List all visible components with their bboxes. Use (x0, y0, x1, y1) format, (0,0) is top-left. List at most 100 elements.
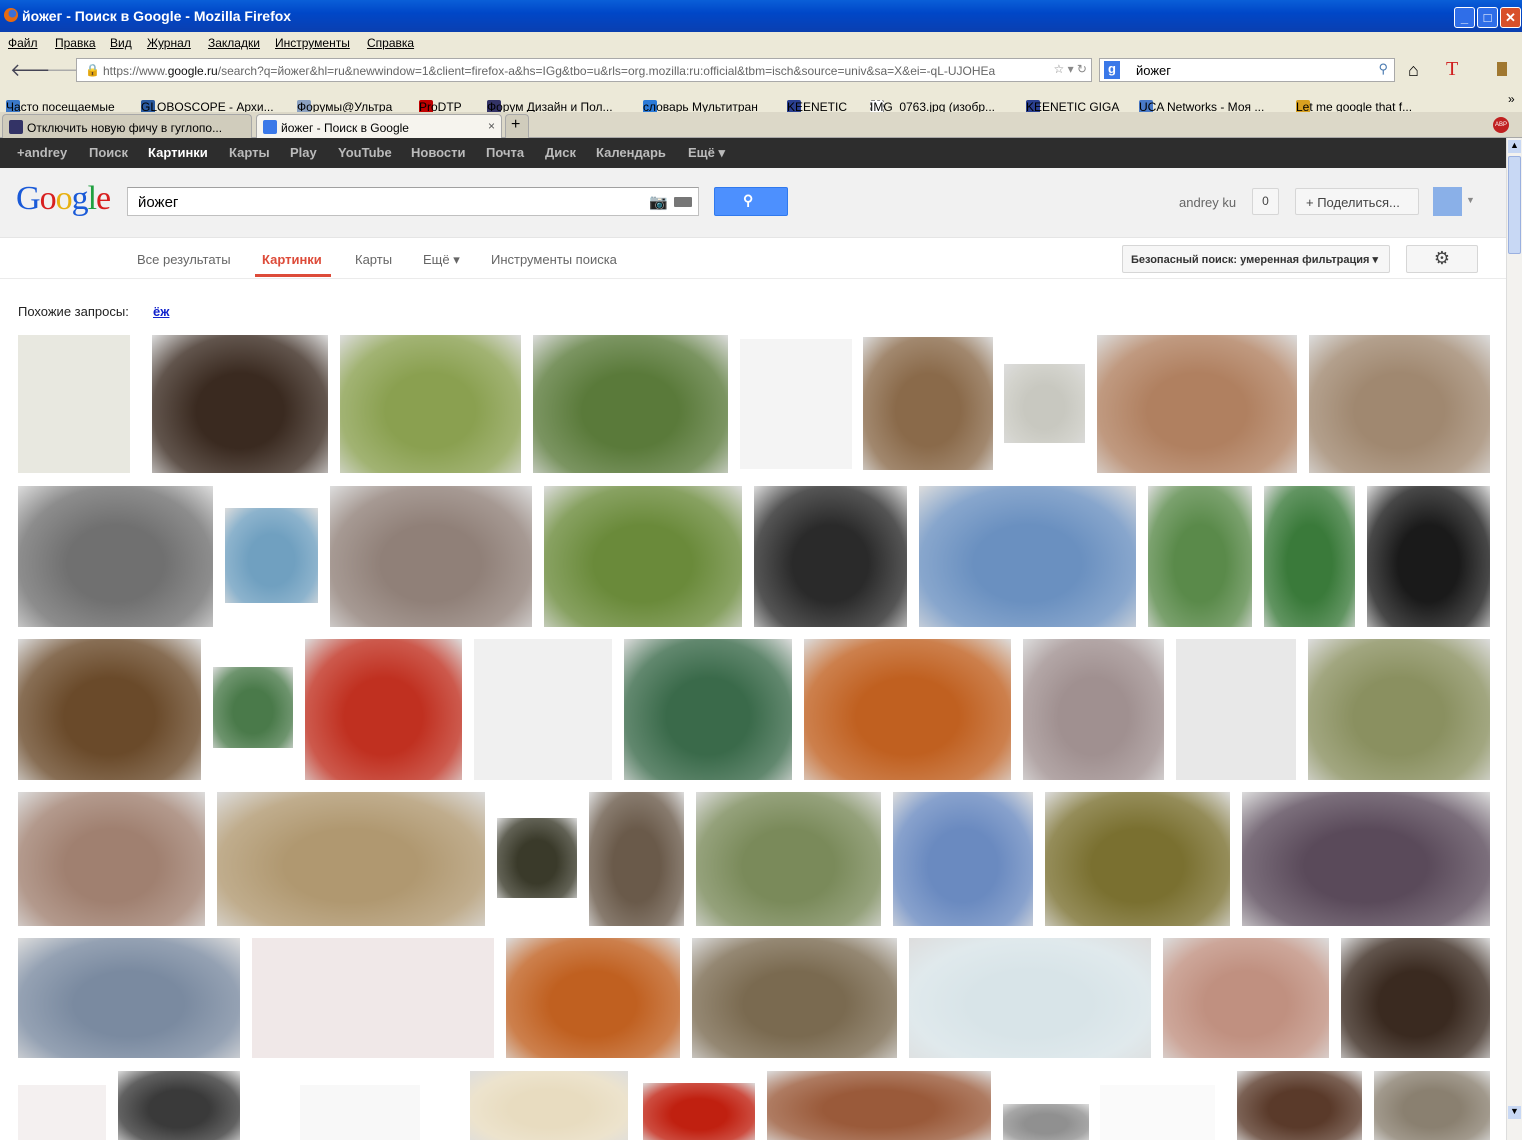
image-result-thumbnail[interactable] (152, 335, 328, 473)
menu-view[interactable]: Вид (110, 36, 132, 50)
translate-t-icon[interactable]: T (1446, 58, 1458, 81)
bookmarks-overflow-icon[interactable]: » (1508, 92, 1515, 106)
tab-google-images[interactable]: йожег - Поиск в Google × (256, 114, 502, 138)
search-icon[interactable]: ⚲ (1378, 61, 1388, 77)
gbar-item[interactable]: Картинки (148, 145, 208, 160)
image-result-thumbnail[interactable] (1023, 639, 1164, 780)
google-engine-icon[interactable]: g (1104, 61, 1120, 79)
image-result-thumbnail[interactable] (470, 1071, 628, 1140)
image-result-thumbnail[interactable] (118, 1071, 240, 1140)
scroll-down-arrow[interactable]: ▼ (1508, 1106, 1521, 1119)
notifications-count[interactable]: 0 (1252, 188, 1279, 215)
menu-history[interactable]: Журнал (147, 36, 191, 50)
settings-gear-icon[interactable]: ⚙ (1406, 245, 1478, 273)
gbar-item[interactable]: Карты (229, 145, 270, 160)
menu-edit[interactable]: Правка (55, 36, 96, 50)
addon-icon[interactable] (1497, 62, 1507, 76)
image-result-thumbnail[interactable] (1003, 1104, 1089, 1140)
search-button[interactable]: ⚲ (714, 187, 788, 216)
image-result-thumbnail[interactable] (18, 639, 201, 780)
gbar-item[interactable]: YouTube (338, 145, 392, 160)
image-result-thumbnail[interactable] (1242, 792, 1490, 926)
new-tab-button[interactable]: + (505, 114, 529, 138)
image-result-thumbnail[interactable] (893, 792, 1033, 926)
image-result-thumbnail[interactable] (340, 335, 521, 473)
image-result-thumbnail[interactable] (1045, 792, 1230, 926)
image-result-thumbnail[interactable] (225, 508, 318, 603)
camera-icon[interactable]: 📷 (649, 193, 668, 211)
image-result-thumbnail[interactable] (754, 486, 907, 627)
home-icon[interactable]: ⌂ (1408, 60, 1419, 81)
image-result-thumbnail[interactable] (589, 792, 684, 926)
gbar-item[interactable]: Play (290, 145, 317, 160)
image-result-thumbnail[interactable] (909, 938, 1151, 1058)
menu-tools[interactable]: Инструменты (275, 36, 350, 50)
url-bar[interactable]: 🔒 https://www.google.ru/search?q=йожег&h… (76, 58, 1092, 82)
image-result-thumbnail[interactable] (1176, 639, 1296, 780)
image-result-thumbnail[interactable] (643, 1083, 755, 1140)
image-result-thumbnail[interactable] (1264, 486, 1355, 627)
safe-search-dropdown[interactable]: Безопасный поиск: умеренная фильтрация ▾ (1122, 245, 1390, 273)
image-result-thumbnail[interactable] (1097, 335, 1297, 473)
tab-maps[interactable]: Карты (355, 252, 392, 267)
related-link[interactable]: ёж (153, 304, 169, 319)
image-result-thumbnail[interactable] (18, 335, 130, 473)
image-result-thumbnail[interactable] (1004, 364, 1085, 443)
image-result-thumbnail[interactable] (252, 938, 494, 1058)
tab-all-results[interactable]: Все результаты (137, 252, 231, 267)
image-result-thumbnail[interactable] (863, 337, 993, 470)
image-result-thumbnail[interactable] (1237, 1071, 1362, 1140)
image-result-thumbnail[interactable] (300, 1085, 420, 1140)
gbar-item[interactable]: +andrey (17, 145, 67, 160)
image-result-thumbnail[interactable] (474, 639, 612, 780)
gbar-item[interactable]: Новости (411, 145, 466, 160)
image-result-thumbnail[interactable] (18, 486, 213, 627)
adblock-icon[interactable]: ABP (1493, 117, 1509, 133)
avatar[interactable] (1433, 187, 1462, 216)
gbar-item[interactable]: Поиск (89, 145, 128, 160)
search-tools-button[interactable]: Инструменты поиска (491, 252, 617, 267)
tab-images[interactable]: Картинки (262, 252, 322, 267)
image-result-thumbnail[interactable] (1163, 938, 1329, 1058)
image-result-thumbnail[interactable] (305, 639, 462, 780)
keyboard-icon[interactable] (674, 197, 692, 207)
close-tab-icon[interactable]: × (488, 119, 495, 133)
tab-dtp[interactable]: Отключить новую фичу в гуглопо... (2, 114, 252, 138)
image-result-thumbnail[interactable] (18, 792, 205, 926)
image-result-thumbnail[interactable] (330, 486, 532, 627)
image-result-thumbnail[interactable] (217, 792, 485, 926)
image-result-thumbnail[interactable] (497, 818, 577, 898)
scroll-thumb[interactable] (1508, 156, 1521, 254)
account-dropdown-icon[interactable]: ▼ (1466, 195, 1475, 205)
image-result-thumbnail[interactable] (533, 335, 728, 473)
image-result-thumbnail[interactable] (213, 667, 293, 748)
close-button[interactable]: ✕ (1500, 7, 1521, 28)
maximize-button[interactable]: □ (1477, 7, 1498, 28)
google-logo[interactable]: Google (16, 180, 111, 218)
image-result-thumbnail[interactable] (1367, 486, 1490, 627)
image-result-thumbnail[interactable] (804, 639, 1011, 780)
image-result-thumbnail[interactable] (696, 792, 881, 926)
image-result-thumbnail[interactable] (18, 938, 240, 1058)
gbar-item[interactable]: Календарь (596, 145, 666, 160)
image-result-thumbnail[interactable] (1309, 335, 1490, 473)
menu-bookmarks[interactable]: Закладки (208, 36, 260, 50)
browser-search-box[interactable]: g йожег ⚲ (1099, 58, 1395, 82)
image-result-thumbnail[interactable] (767, 1071, 991, 1140)
image-result-thumbnail[interactable] (544, 486, 742, 627)
image-result-thumbnail[interactable] (1341, 938, 1490, 1058)
image-result-thumbnail[interactable] (1100, 1085, 1215, 1140)
image-result-thumbnail[interactable] (692, 938, 897, 1058)
image-result-thumbnail[interactable] (1308, 639, 1490, 780)
image-result-thumbnail[interactable] (740, 339, 852, 469)
image-result-thumbnail[interactable] (506, 938, 680, 1058)
scrollbar[interactable]: ▲ ▼ (1506, 138, 1522, 1140)
image-result-thumbnail[interactable] (1148, 486, 1252, 627)
minimize-button[interactable]: _ (1454, 7, 1475, 28)
menu-file[interactable]: Файл (8, 36, 38, 50)
gbar-item[interactable]: Почта (486, 145, 524, 160)
gbar-item[interactable]: Ещё ▾ (688, 145, 725, 161)
scroll-up-arrow[interactable]: ▲ (1508, 140, 1521, 153)
image-result-thumbnail[interactable] (18, 1085, 106, 1140)
share-button[interactable]: + Поделиться... (1295, 188, 1419, 215)
